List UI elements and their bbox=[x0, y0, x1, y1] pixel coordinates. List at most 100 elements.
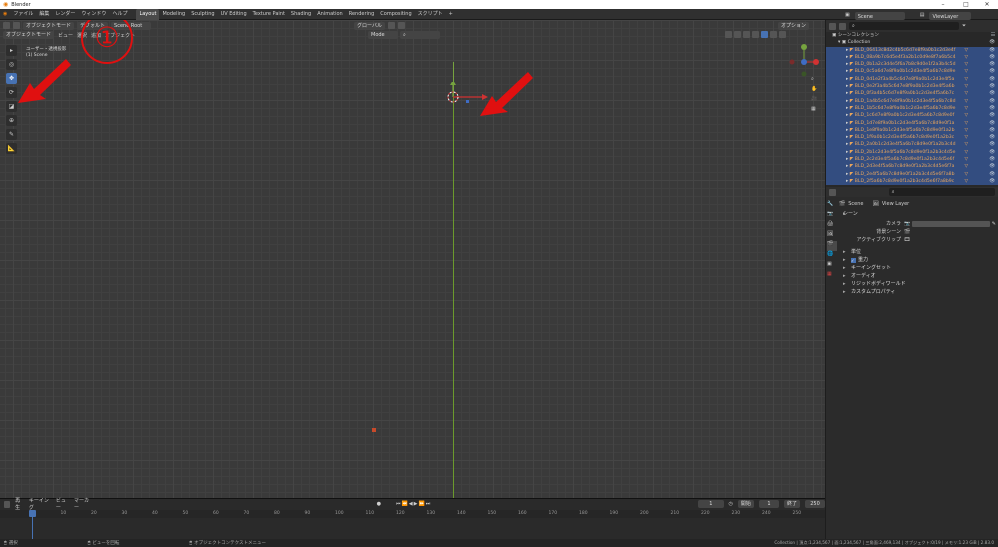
eye-icon[interactable]: 👁 bbox=[989, 61, 995, 68]
camera-field[interactable] bbox=[912, 221, 990, 227]
outliner-object-row[interactable]: ▸ ◤ BLD_2f5a6b7c8d9e0f1a2b3c4d5e6f7a8b9c… bbox=[826, 177, 998, 186]
outliner-object-row[interactable]: ▸ ◤ BLD_1b5c6d7e8f9a0b1c2d3e4f5a6b7c8d9e… bbox=[826, 104, 998, 113]
current-frame-field[interactable]: 1 bbox=[698, 500, 724, 508]
filter-icon[interactable]: ⏷ bbox=[962, 23, 966, 29]
outliner-object-row[interactable]: ▸ ◤ BLD_2e4f5a6b7c8d9e0f1a2b3c4d5e6f7a8b… bbox=[826, 170, 998, 178]
collection-row[interactable]: ▾ ▣ Collection 👁 bbox=[826, 39, 998, 46]
solid-shading-icon[interactable] bbox=[761, 31, 768, 38]
tool-tab-icon[interactable]: 🔧 bbox=[827, 201, 837, 211]
gravity-panel[interactable]: ✓ 重力 bbox=[839, 256, 996, 264]
eye-icon[interactable]: 👁 bbox=[989, 112, 995, 119]
eye-icon[interactable]: 👁 bbox=[989, 54, 995, 61]
outliner-search[interactable]: ⌕ bbox=[849, 22, 959, 30]
rigid-body-world-panel[interactable]: リジッドボディワールド bbox=[839, 280, 996, 288]
view-layer-selector[interactable]: ViewLayer bbox=[929, 11, 972, 20]
tab-compositing[interactable]: Compositing bbox=[377, 9, 414, 20]
object-mode-button[interactable]: オブジェクトモード bbox=[3, 31, 55, 39]
transform-tool[interactable]: ⊕ bbox=[6, 115, 17, 126]
options-dropdown[interactable]: オプション bbox=[777, 21, 809, 30]
outliner-object-row[interactable]: ▸ ◤ BLD_0f3a4b5c6d7e8f9a0b1c2d3e4f5a6b7c… bbox=[826, 90, 998, 98]
overlay-icon[interactable] bbox=[743, 31, 750, 38]
transform-pivot-icon[interactable] bbox=[13, 22, 20, 29]
tab-animation[interactable]: Animation bbox=[314, 9, 346, 20]
timeline-editor-icon[interactable] bbox=[4, 500, 11, 508]
material-shading-icon[interactable] bbox=[770, 31, 777, 38]
snap-icon[interactable] bbox=[387, 22, 395, 29]
mesh-data-icon[interactable]: ▽ bbox=[964, 47, 968, 54]
mesh-data-icon[interactable]: ▽ bbox=[964, 156, 968, 163]
outliner-object-row[interactable]: ▸ ◤ BLD_2a0b1c2d3e4f5a6b7c8d9e0f1a2b3c4d… bbox=[826, 141, 998, 149]
measure-tool[interactable]: 📐 bbox=[6, 143, 17, 154]
end-frame-field[interactable]: 250 bbox=[804, 500, 825, 508]
bg-scene-field[interactable] bbox=[912, 229, 996, 235]
eye-icon[interactable]: 👁 bbox=[989, 163, 995, 170]
world-tab-icon[interactable]: 🌐 bbox=[827, 251, 837, 261]
mesh-data-icon[interactable]: ▽ bbox=[964, 149, 968, 156]
blender-menu-icon[interactable]: ◉ bbox=[0, 9, 10, 20]
record-button[interactable]: ● bbox=[377, 501, 381, 507]
maximize-button[interactable]: □ bbox=[955, 0, 977, 9]
menu-edit[interactable]: 編集 bbox=[36, 9, 52, 20]
eye-icon[interactable]: 👁 bbox=[989, 83, 995, 90]
mesh-data-icon[interactable]: ▽ bbox=[964, 105, 968, 112]
mesh-data-icon[interactable]: ▽ bbox=[964, 134, 968, 141]
mesh-data-icon[interactable]: ▽ bbox=[964, 90, 968, 97]
playhead[interactable] bbox=[29, 510, 36, 517]
eye-icon[interactable]: 👁 bbox=[989, 134, 995, 141]
outliner-object-row[interactable]: ▸ ◤ BLD_1d7e8f9a0b1c2d3e4f5a6b7c8d9e0f1a… bbox=[826, 119, 998, 127]
outliner-object-row[interactable]: ▸ ◤ BLD_0e2f3a4b5c6d7e8f9a0b1c2d3e4f5a6b… bbox=[826, 83, 998, 91]
properties-search[interactable]: ⌕ bbox=[888, 188, 995, 196]
outliner-object-row[interactable]: ▸ ◤ BLD_1c6d7e8f9a0b1c2d3e4f5a6b7c8d9e0f… bbox=[826, 112, 998, 120]
texture-tab-icon[interactable]: ▦ bbox=[827, 271, 837, 281]
active-clip-field[interactable] bbox=[912, 237, 996, 243]
eye-icon[interactable]: 👁 bbox=[989, 141, 995, 148]
menu-keying[interactable]: キーイング bbox=[29, 497, 51, 511]
eye-icon[interactable]: 👁 bbox=[989, 90, 995, 97]
mesh-data-icon[interactable]: ▽ bbox=[964, 54, 968, 61]
mesh-data-icon[interactable]: ▽ bbox=[964, 76, 968, 83]
restrict-icon[interactable]: ☷ bbox=[991, 32, 995, 39]
tab-modeling[interactable]: Modeling bbox=[159, 9, 188, 20]
scene-breadcrumb[interactable]: Scene bbox=[848, 201, 863, 207]
minimize-button[interactable]: – bbox=[932, 0, 954, 9]
outliner-object-row[interactable]: ▸ ◤ BLD_2d3e4f5a6b7c8d9e0f1a2b3c4d5e6f7a… bbox=[826, 163, 998, 171]
view-layer-tab-icon[interactable]: 🖼 bbox=[827, 231, 837, 241]
mesh-data-icon[interactable]: ▽ bbox=[964, 112, 968, 119]
eye-icon[interactable]: 👁 bbox=[989, 149, 995, 156]
timeline-ruler[interactable]: 0102030405060708090100110120130140150160… bbox=[0, 510, 825, 518]
view-layer-breadcrumb[interactable]: View Layer bbox=[882, 201, 909, 207]
collection-eye-icon[interactable]: 👁 bbox=[989, 39, 995, 46]
prev-key-icon[interactable]: ⏪ bbox=[402, 501, 409, 507]
global-orientation-dropdown[interactable]: グローバル bbox=[354, 21, 385, 30]
start-frame-field[interactable]: 1 bbox=[758, 500, 779, 508]
outliner-object-row[interactable]: ▸ ◤ BLD_1e8f9a0b1c2d3e4f5a6b7c8d9e0f1a2b… bbox=[826, 126, 998, 135]
menu-render[interactable]: レンダー bbox=[52, 9, 78, 20]
menu-view[interactable]: ビュー bbox=[58, 32, 73, 39]
mesh-data-icon[interactable]: ▽ bbox=[964, 171, 968, 178]
ortho-grid-icon[interactable]: ▦ bbox=[811, 106, 817, 112]
mode-field[interactable]: Mode bbox=[368, 31, 398, 39]
scene-collection-row[interactable]: ▣ シーンコレクション ☷ bbox=[826, 32, 998, 39]
object-origin[interactable] bbox=[372, 428, 376, 432]
menu-help[interactable]: ヘルプ bbox=[109, 9, 130, 20]
jump-end-icon[interactable]: ⏭ bbox=[426, 501, 432, 507]
mesh-data-icon[interactable]: ▽ bbox=[964, 141, 968, 148]
eye-icon[interactable]: 👁 bbox=[989, 127, 995, 134]
eye-icon[interactable]: 👁 bbox=[989, 120, 995, 127]
menu-playback[interactable]: 再生 bbox=[15, 497, 24, 511]
menu-window[interactable]: ウィンドウ bbox=[78, 9, 109, 20]
proportional-edit-icon[interactable] bbox=[397, 22, 405, 29]
outliner-object-row[interactable]: ▸ ◤ BLD_1a4b5c6d7e8f9a0b1c2d3e4f5a6b7c8d… bbox=[826, 97, 998, 105]
outliner-editor-icon[interactable] bbox=[829, 22, 836, 30]
search-field[interactable]: ⌕ bbox=[400, 31, 440, 39]
editor-type-icon[interactable] bbox=[3, 22, 10, 29]
eye-icon[interactable]: 👁 bbox=[989, 156, 995, 163]
output-tab-icon[interactable]: 🖨 bbox=[827, 221, 837, 231]
collection-tab-icon[interactable]: ▣ bbox=[827, 261, 837, 271]
outliner-object-row[interactable]: ▸ ◤ BLD_1f9a0b1c2d3e4f5a6b7c8d9e0f1a2b3c… bbox=[826, 134, 998, 142]
3d-viewport[interactable]: オブジェクトモード デフォルト Scene Root グローバル オプション オ… bbox=[0, 20, 825, 498]
eye-icon[interactable]: 👁 bbox=[989, 76, 995, 83]
mesh-data-icon[interactable]: ▽ bbox=[964, 178, 968, 185]
outliner-object-row[interactable]: ▸ ◤ BLD_0d1e2f3a4b5c6d7e8f9a0b1c2d3e4f5a… bbox=[826, 75, 998, 84]
tab-scripting[interactable]: スクリプト bbox=[415, 9, 446, 20]
